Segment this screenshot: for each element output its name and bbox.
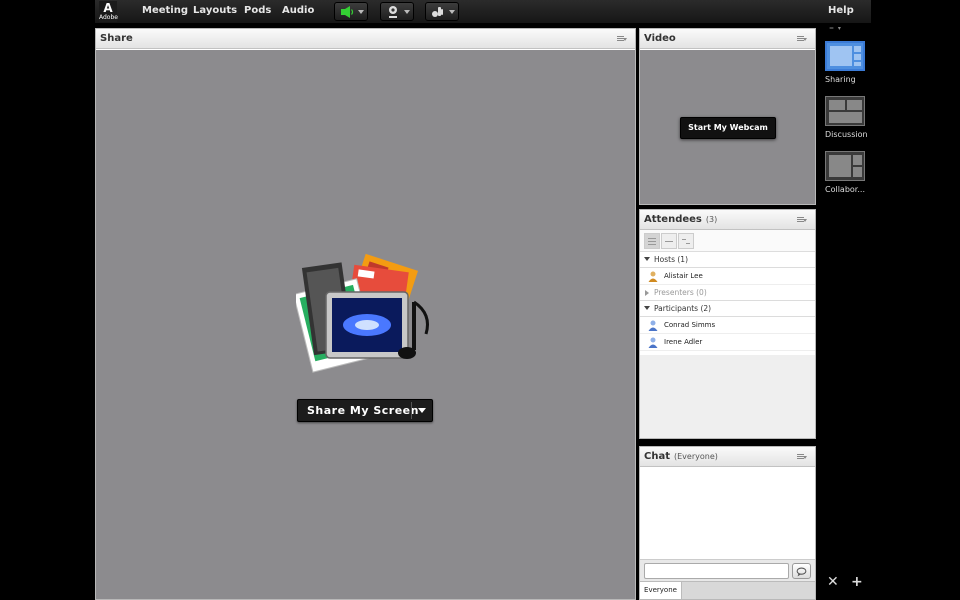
chat-pod: Chat (Everyone) Everyone <box>639 446 816 600</box>
layout-thumbnail <box>825 151 865 181</box>
pod-options-icon[interactable] <box>797 217 807 223</box>
video-pod-stage: Start My Webcam <box>640 50 815 204</box>
add-layout-icon[interactable]: + <box>851 574 863 590</box>
pod-title: Video <box>644 33 676 44</box>
pod-title: Attendees (3) <box>644 214 717 225</box>
layout-collaboration[interactable]: Collabor... <box>825 151 867 194</box>
layout-sharing[interactable]: Sharing <box>825 41 867 84</box>
host-user-icon <box>648 271 658 282</box>
top-menubar: A Adobe Meeting Layouts Pods Audio Help <box>95 0 871 24</box>
attendees-empty-area <box>640 355 815 438</box>
attendees-toolbar <box>640 230 815 252</box>
layout-thumbnail <box>825 41 865 71</box>
video-pod: Video Start My Webcam <box>639 28 816 205</box>
speech-bubble-icon <box>796 567 807 577</box>
section-hosts[interactable]: Hosts (1) <box>640 252 815 268</box>
chat-input-row <box>640 559 815 581</box>
chat-input[interactable] <box>644 563 789 579</box>
share-pod-stage: Share My Screen <box>96 50 635 599</box>
chat-title: Chat <box>644 451 670 462</box>
participant-user-icon <box>648 337 658 348</box>
help-menu[interactable]: Help <box>828 5 854 16</box>
attendees-title: Attendees <box>644 214 702 225</box>
layout-label: Sharing <box>825 75 856 84</box>
section-label: Participants (2) <box>654 304 712 313</box>
chevron-down-icon <box>644 306 650 310</box>
speaker-icon <box>341 6 354 18</box>
section-presenters[interactable]: Presenters (0) <box>640 285 815 301</box>
section-participants[interactable]: Participants (2) <box>640 301 815 317</box>
chevron-down-icon[interactable] <box>418 408 426 413</box>
share-pod: Share Share My Screen <box>95 28 636 600</box>
status-view-icon[interactable] <box>661 233 677 249</box>
rail-menu-icon[interactable]: = ▾ <box>829 25 842 32</box>
menu-pods[interactable]: Pods <box>244 5 271 16</box>
speaker-button[interactable] <box>334 2 368 21</box>
pod-title: Chat (Everyone) <box>644 451 718 462</box>
layouts-rail: = ▾ Sharing Discussion Collabor... ✕ + <box>820 24 871 600</box>
button-divider <box>411 402 412 419</box>
video-pod-header: Video <box>640 29 815 49</box>
section-label: Hosts (1) <box>654 255 688 264</box>
menu-audio[interactable]: Audio <box>282 5 314 16</box>
section-label: Presenters (0) <box>654 288 707 297</box>
list-view-icon[interactable] <box>644 233 660 249</box>
list-item[interactable]: Alistair Lee <box>640 268 815 285</box>
pod-options-icon[interactable] <box>797 36 807 42</box>
pod-options-icon[interactable] <box>797 454 807 460</box>
attendee-name: Conrad Simms <box>664 321 716 329</box>
share-button-label: Share My Screen <box>307 404 419 417</box>
chevron-down-icon <box>449 10 455 14</box>
attendee-name: Irene Adler <box>664 338 703 346</box>
chevron-down-icon <box>644 257 650 261</box>
logo-label: Adobe <box>99 14 118 21</box>
menu-meeting[interactable]: Meeting <box>142 5 188 16</box>
chevron-down-icon <box>358 10 364 14</box>
tools-icon[interactable]: ✕ <box>827 574 839 590</box>
chat-pod-header: Chat (Everyone) <box>640 447 815 467</box>
pod-options-icon[interactable] <box>617 36 627 42</box>
layout-label: Collabor... <box>825 185 865 194</box>
chat-scope: (Everyone) <box>674 452 718 461</box>
layout-label: Discussion <box>825 130 868 139</box>
chat-tabs: Everyone <box>640 581 815 599</box>
tab-everyone[interactable]: Everyone <box>640 582 682 599</box>
adobe-logo: A Adobe <box>99 1 118 22</box>
webcam-button[interactable] <box>380 2 414 21</box>
raise-hand-icon <box>432 7 443 17</box>
attendee-name: Alistair Lee <box>664 272 703 280</box>
attendees-pod-header: Attendees (3) <box>640 210 815 230</box>
participant-user-icon <box>648 320 658 331</box>
send-message-button[interactable] <box>792 563 811 579</box>
webcam-icon <box>389 6 397 18</box>
start-webcam-button[interactable]: Start My Webcam <box>680 117 776 139</box>
attendees-pod: Attendees (3) Hosts (1) Alistair Lee Pres… <box>639 209 816 439</box>
pod-title: Share <box>100 33 133 44</box>
list-item[interactable]: Conrad Simms <box>640 317 815 334</box>
share-pod-header: Share <box>96 29 635 49</box>
menu-layouts[interactable]: Layouts <box>193 5 237 16</box>
layout-thumbnail <box>825 96 865 126</box>
chat-messages <box>640 468 815 559</box>
chevron-right-icon <box>645 290 649 296</box>
share-media-icon <box>296 253 429 373</box>
layout-discussion[interactable]: Discussion <box>825 96 868 139</box>
sort-icon[interactable] <box>678 233 694 249</box>
list-item[interactable]: Irene Adler <box>640 334 815 351</box>
attendee-count: (3) <box>705 215 718 224</box>
chevron-down-icon <box>404 10 410 14</box>
share-my-screen-button[interactable]: Share My Screen <box>297 399 433 422</box>
raise-hand-button[interactable] <box>425 2 459 21</box>
